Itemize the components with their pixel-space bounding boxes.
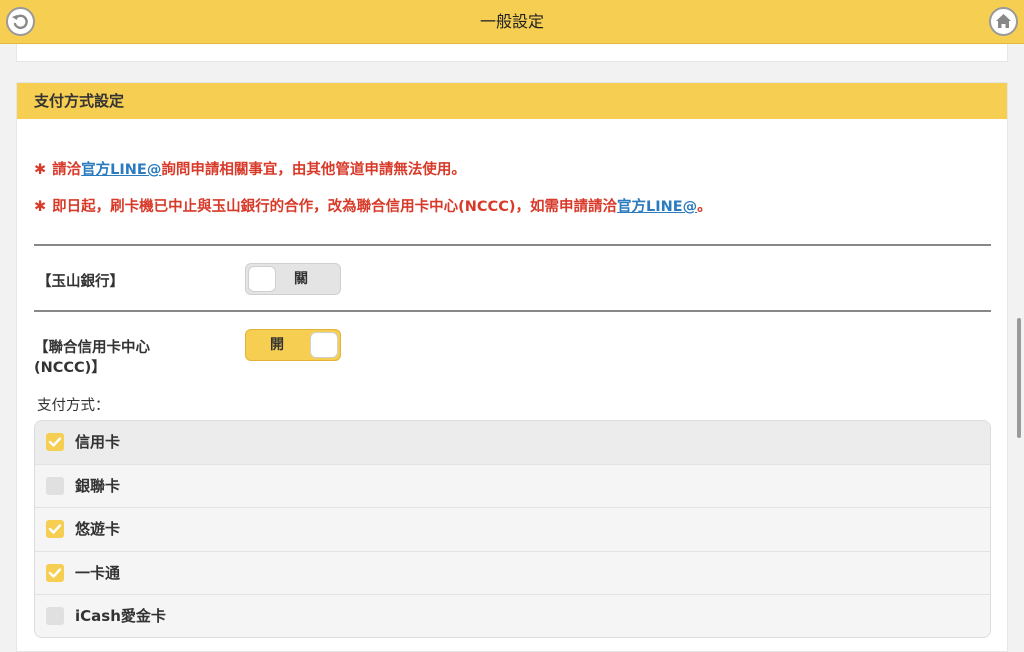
previous-section-card [16,44,1008,62]
toggle-knob [310,332,338,358]
checkbox-unchecked[interactable] [46,607,64,626]
payment-item-credit-card[interactable]: 信用卡 [35,421,990,465]
divider [34,310,991,312]
payment-item-label: 銀聯卡 [75,476,121,495]
official-line-link[interactable]: 官方LINE@ [617,199,697,215]
notice-2-text-after: 。 [697,199,712,215]
payment-method-list: 信用卡 銀聯卡 悠遊卡 一卡通 iCash愛金卡 [34,420,991,638]
nccc-toggle[interactable]: 開 [245,329,341,361]
payment-methods-label: 支付方式： [37,398,110,414]
payment-item-ipass[interactable]: 一卡通 [35,551,990,596]
notice-1-text-after: 詢問申請相關事宜，由其他管道申請無法使用。 [161,162,466,178]
nccc-label: 【聯合信用卡中心 (NCCC)】 [34,338,150,378]
payment-settings-section: 支付方式設定 ✱ 請洽官方LINE@詢問申請相關事宜，由其他管道申請無法使用。 ✱… [16,82,1008,652]
toggle-state-label: 開 [270,337,284,353]
toggle-state-label: 關 [294,271,308,287]
checkmark-icon [48,568,62,578]
checkbox-unchecked[interactable] [46,476,64,495]
asterisk-icon: ✱ [34,162,47,178]
payment-item-easycard[interactable]: 悠遊卡 [35,508,990,552]
section-title: 支付方式設定 [17,83,1007,119]
notice-1-text-before: 請洽 [52,162,82,178]
scrollbar[interactable] [1017,318,1021,438]
checkbox-checked[interactable] [46,433,64,451]
toggle-knob [248,266,276,292]
notice-2-text-before: 即日起，刷卡機已中止與玉山銀行的合作，改為聯合信用卡中心(NCCC)，如需申請請… [52,199,617,215]
official-line-link[interactable]: 官方LINE@ [81,162,161,178]
payment-item-unionpay[interactable]: 銀聯卡 [35,464,990,509]
notice-line-1: ✱ 請洽官方LINE@詢問申請相關事宜，由其他管道申請無法使用。 [34,158,466,179]
checkmark-icon [48,524,62,534]
notice-line-2: ✱ 即日起，刷卡機已中止與玉山銀行的合作，改為聯合信用卡中心(NCCC)，如需申請… [34,195,712,216]
top-bar: 一般設定 [0,0,1024,44]
home-icon [996,14,1011,28]
esun-bank-label: 【玉山銀行】 [37,274,124,290]
nccc-label-line1: 【聯合信用卡中心 [34,340,150,356]
asterisk-icon: ✱ [34,199,47,215]
payment-item-label: 一卡通 [75,563,121,582]
checkbox-checked[interactable] [46,563,64,582]
checkbox-checked[interactable] [46,520,64,539]
divider [34,244,991,246]
home-button[interactable] [989,7,1018,36]
esun-bank-toggle[interactable]: 關 [245,263,341,295]
payment-item-label: 信用卡 [75,433,121,451]
checkmark-icon [48,437,62,447]
nccc-label-line2: (NCCC)】 [34,360,106,376]
payment-item-icash[interactable]: iCash愛金卡 [35,595,990,637]
payment-item-label: 悠遊卡 [75,520,121,539]
page-title: 一般設定 [479,12,544,31]
payment-item-label: iCash愛金卡 [75,607,166,626]
